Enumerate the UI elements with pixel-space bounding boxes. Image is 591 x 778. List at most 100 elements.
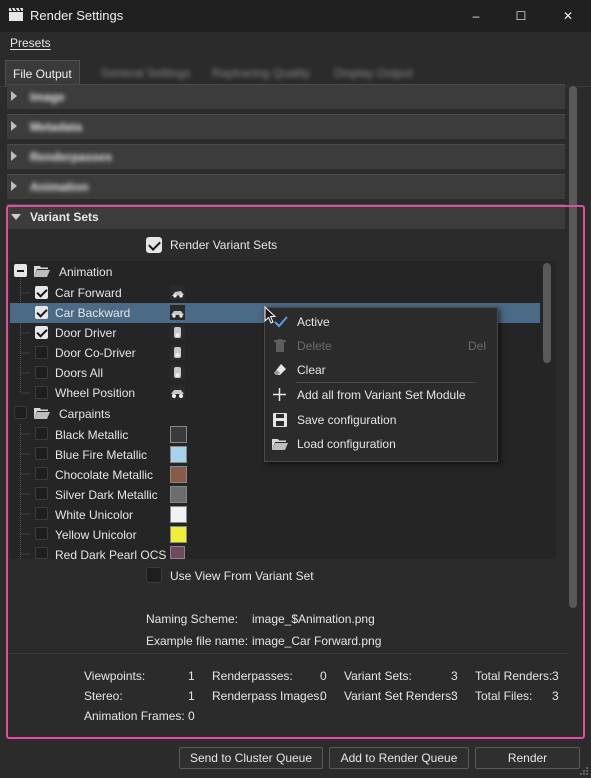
checkmark-icon	[274, 316, 288, 328]
paint-swatch	[170, 486, 187, 503]
doors-all-label: Doors All	[55, 366, 104, 380]
ctx-item-add-all[interactable]: Add all from Variant Set Module	[297, 388, 466, 402]
animation-frames-value: 0	[188, 709, 195, 723]
use-view-label: Use View From Variant Set	[170, 569, 314, 583]
red-dark-pearl-ocs-label: Red Dark Pearl OCS	[55, 548, 167, 559]
renderpass-images-label: Renderpass Images:	[212, 689, 323, 703]
chevron-down-icon	[11, 214, 21, 220]
plus-icon	[273, 388, 286, 401]
group-animation-checkbox[interactable]	[14, 264, 27, 277]
window-title: Render Settings	[30, 8, 124, 23]
wheel-position-label: Wheel Position	[55, 386, 136, 400]
viewpoints-value: 1	[188, 669, 195, 683]
send-to-cluster-queue-button[interactable]: Send to Cluster Queue	[179, 747, 323, 769]
ctx-item-load[interactable]: Load configuration	[297, 437, 396, 451]
ctx-delete-shortcut: Del	[468, 339, 487, 353]
section-variant-sets[interactable]: Variant Sets	[7, 204, 565, 229]
car-thumbnail	[170, 365, 185, 380]
renderpass-images-value: 0	[320, 689, 327, 703]
close-icon: ✕	[562, 9, 574, 23]
group-animation-label: Animation	[59, 265, 113, 279]
car-forward-checkbox[interactable]	[35, 286, 48, 299]
menu-bar	[0, 32, 591, 56]
red-dark-pearl-ocs-checkbox[interactable]	[35, 547, 48, 559]
car-backward-label: Car Backward	[55, 306, 131, 320]
main-scrollbar-thumb[interactable]	[569, 86, 577, 608]
paint-swatch	[170, 446, 187, 463]
group-carpaints-checkbox[interactable]	[14, 406, 27, 419]
section-label: Renderpasses	[30, 150, 113, 164]
save-icon	[273, 413, 287, 427]
folder-open-icon	[34, 266, 50, 277]
minimize-button[interactable]: –	[453, 0, 499, 32]
variant-sets-label: Variant Sets:	[344, 669, 412, 683]
tab-raytracing-quality[interactable]: Raytracing Quality	[205, 60, 317, 86]
render-button[interactable]: Render	[475, 747, 580, 769]
clapperboard-icon	[9, 8, 23, 21]
use-view-checkbox[interactable]	[146, 567, 162, 583]
door-co-driver-label: Door Co-Driver	[55, 346, 136, 360]
total-renders-value: 3	[552, 669, 559, 683]
black-metallic-checkbox[interactable]	[35, 427, 48, 440]
ctx-item-active[interactable]: Active	[297, 315, 330, 329]
ctx-item-save[interactable]: Save configuration	[297, 413, 396, 427]
tab-display-output[interactable]: Display Output	[327, 60, 420, 86]
example-file-value: image_Car Forward.png	[252, 634, 382, 648]
white-unicolor-label: White Unicolor	[55, 508, 134, 522]
silver-dark-metallic-checkbox[interactable]	[35, 487, 48, 500]
paint-swatch	[170, 526, 187, 543]
paint-swatch	[170, 426, 187, 443]
section-metadata[interactable]: Metadata	[7, 114, 565, 139]
section-label: Animation	[30, 180, 89, 194]
maximize-icon: ☐	[515, 9, 527, 23]
blue-fire-metallic-label: Blue Fire Metallic	[55, 448, 148, 462]
chocolate-metallic-checkbox[interactable]	[35, 467, 48, 480]
resize-grip-icon[interactable]	[578, 765, 589, 776]
section-label: Metadata	[30, 120, 83, 134]
door-co-driver-checkbox[interactable]	[35, 346, 48, 359]
black-metallic-label: Black Metallic	[55, 428, 129, 442]
paint-swatch	[170, 546, 185, 559]
door-driver-checkbox[interactable]	[35, 326, 48, 339]
chevron-right-icon	[11, 181, 17, 191]
chevron-right-icon	[11, 151, 17, 161]
ctx-item-delete[interactable]: Delete	[297, 339, 332, 353]
yellow-unicolor-checkbox[interactable]	[35, 527, 48, 540]
variant-set-renders-label: Variant Set Renders:	[344, 689, 455, 703]
door-driver-label: Door Driver	[55, 326, 117, 340]
stereo-value: 1	[188, 689, 195, 703]
section-animation[interactable]: Animation	[7, 174, 565, 199]
blue-fire-metallic-checkbox[interactable]	[35, 447, 48, 460]
section-renderpasses[interactable]: Renderpasses	[7, 144, 565, 169]
tab-file-output[interactable]: File Output	[5, 60, 80, 87]
total-renders-label: Total Renders:	[475, 669, 553, 683]
close-button[interactable]: ✕	[545, 0, 591, 32]
doors-all-checkbox[interactable]	[35, 366, 48, 379]
chevron-right-icon	[11, 121, 17, 131]
tree-scrollbar-thumb[interactable]	[543, 263, 551, 363]
menu-presets[interactable]: Presets	[10, 36, 51, 50]
car-thumbnail	[170, 325, 185, 340]
wheel-position-checkbox[interactable]	[35, 386, 48, 399]
ctx-item-clear[interactable]: Clear	[297, 363, 326, 377]
render-variant-sets-label: Render Variant Sets	[170, 238, 278, 252]
folder-open-icon	[34, 408, 50, 419]
renderpasses-label: Renderpasses:	[212, 669, 293, 683]
tab-general-settings[interactable]: General Settings	[94, 60, 197, 86]
render-variant-sets-checkbox[interactable]	[146, 237, 162, 253]
stereo-label: Stereo:	[84, 689, 123, 703]
add-to-render-queue-button[interactable]: Add to Render Queue	[329, 747, 469, 769]
section-image[interactable]: Image	[7, 84, 565, 109]
section-label: Image	[30, 90, 65, 104]
yellow-unicolor-label: Yellow Unicolor	[55, 528, 137, 542]
car-thumbnail	[170, 345, 185, 360]
chevron-right-icon	[11, 91, 17, 101]
animation-frames-label: Animation Frames:	[84, 709, 185, 723]
trash-icon	[274, 339, 286, 352]
car-forward-label: Car Forward	[55, 286, 122, 300]
white-unicolor-checkbox[interactable]	[35, 507, 48, 520]
car-backward-checkbox[interactable]	[35, 306, 48, 319]
car-thumbnail	[170, 305, 185, 320]
paint-swatch	[170, 506, 187, 523]
maximize-button[interactable]: ☐	[498, 0, 544, 32]
